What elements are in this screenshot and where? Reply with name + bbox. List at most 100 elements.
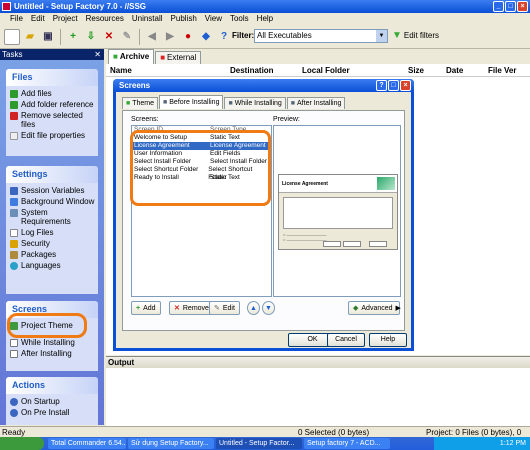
dialog-close-button[interactable]: × <box>400 80 411 91</box>
preview-screen-title: License Agreement <box>282 181 328 187</box>
menu-file[interactable]: File <box>6 13 27 25</box>
menu-edit[interactable]: Edit <box>27 13 49 25</box>
taskbar-item[interactable]: Untitled - Setup Factor... <box>216 438 302 449</box>
task-add-folder-reference[interactable]: Add folder reference <box>10 100 98 109</box>
column-file-ver[interactable]: File Ver <box>488 64 528 76</box>
column-size[interactable]: Size <box>408 64 446 76</box>
tab-theme[interactable]: ■ Theme <box>122 97 159 109</box>
taskbar-item[interactable]: Total Commander 6.54... <box>48 438 126 449</box>
move-up-button[interactable]: ▲ <box>247 301 260 315</box>
task-edit-file-properties[interactable]: Edit file properties <box>10 131 98 140</box>
window-icon <box>10 198 18 206</box>
column-destination[interactable]: Destination <box>230 64 302 76</box>
advanced-button[interactable]: ◆ Advanced ▶ <box>348 301 401 315</box>
task-add-files[interactable]: Add files <box>10 89 98 98</box>
task-system-requirements[interactable]: System Requirements <box>10 208 98 226</box>
stop-icon[interactable]: ● <box>180 29 196 45</box>
clock: 1:12 PM <box>499 440 526 447</box>
task-background-window[interactable]: Background Window <box>10 197 98 206</box>
screen-icon: ■ <box>228 100 233 107</box>
edit-filters-label: Edit filters <box>403 31 440 40</box>
filter-select[interactable]: All Executables ▼ <box>254 29 388 43</box>
menu-uninstall[interactable]: Uninstall <box>128 13 167 25</box>
preview-label: Preview: <box>273 116 300 123</box>
edit-filters-button[interactable]: ▼ Edit filters <box>392 30 439 41</box>
menu-tools[interactable]: Tools <box>226 13 253 25</box>
task-log-files[interactable]: Log Files <box>10 228 98 237</box>
remove-button[interactable]: ✕ Remove <box>169 301 214 315</box>
status-bar: Ready 0 Selected (0 bytes) Project: 0 Fi… <box>0 426 530 448</box>
task-security[interactable]: Security <box>10 239 98 248</box>
move-down-button[interactable]: ▼ <box>262 301 275 315</box>
help-button[interactable]: Help <box>369 333 407 347</box>
tab-after-installing[interactable]: ■ After Installing <box>286 97 346 109</box>
minimize-button[interactable]: _ <box>493 1 504 12</box>
settings-panel-title: Settings <box>6 166 98 183</box>
build-icon[interactable]: ◆ <box>198 29 214 45</box>
new-icon[interactable] <box>4 28 20 45</box>
dialog-title: Screens <box>119 81 151 90</box>
cancel-button[interactable]: Cancel <box>327 333 365 347</box>
screens-dialog: Screens ? □ × ■ Theme ■ Before Installing … <box>113 79 414 351</box>
actions-panel-title: Actions <box>6 377 98 394</box>
task-after-installing[interactable]: After Installing <box>10 349 98 358</box>
dialog-maximize-button[interactable]: □ <box>388 80 399 91</box>
variables-icon <box>10 187 18 195</box>
taskbar-item[interactable]: Sử dụng Setup Factory... <box>128 438 214 449</box>
taskbar-item[interactable]: Setup factory 7 - ACD... <box>304 438 390 449</box>
tab-before-installing[interactable]: ■ Before Installing <box>159 95 224 109</box>
preview-header: License Agreement <box>279 175 397 193</box>
dialog-help-button[interactable]: ? <box>376 80 387 91</box>
menu-view[interactable]: View <box>201 13 226 25</box>
archive-icon: ■ <box>113 52 118 61</box>
taskbar: Total Commander 6.54... Sử dụng Setup Fa… <box>0 437 530 450</box>
task-while-installing[interactable]: While Installing <box>10 338 98 347</box>
column-date[interactable]: Date <box>446 64 488 76</box>
highlight-screens-list <box>130 130 271 206</box>
back-icon[interactable]: ◀ <box>144 29 160 45</box>
chevron-down-icon[interactable]: ▼ <box>376 30 387 42</box>
preview-radio-decline: ○ —————————— <box>283 237 327 242</box>
tab-archive[interactable]: ■ Archive <box>108 49 155 64</box>
delete-icon[interactable]: ✕ <box>101 29 117 45</box>
tab-external[interactable]: ■ External <box>155 51 202 64</box>
tasks-pane: Tasks ✕ Files Add files Add folder refere… <box>0 49 104 425</box>
task-session-variables[interactable]: Session Variables <box>10 186 98 195</box>
task-on-startup[interactable]: On Startup <box>10 397 98 406</box>
remove-icon: ✕ <box>174 305 180 312</box>
output-pane: Output <box>106 356 530 426</box>
chevron-right-icon: ▶ <box>395 305 401 312</box>
add-button[interactable]: + Add <box>131 301 161 315</box>
pane-close-icon[interactable]: ✕ <box>94 49 101 60</box>
menu-resources[interactable]: Resources <box>82 13 128 25</box>
open-folder-icon[interactable]: ▰ <box>22 29 38 45</box>
save-icon[interactable]: ▣ <box>40 29 56 45</box>
task-on-pre-install[interactable]: On Pre Install <box>10 408 98 417</box>
maximize-button[interactable]: □ <box>505 1 516 12</box>
tab-while-installing[interactable]: ■ While Installing <box>224 97 286 109</box>
help-icon[interactable]: ? <box>216 29 232 45</box>
column-local-folder[interactable]: Local Folder <box>302 64 408 76</box>
add-icon[interactable]: + <box>65 29 81 45</box>
screen-icon: ■ <box>163 99 168 106</box>
start-button[interactable] <box>0 437 44 450</box>
log-icon <box>10 229 18 237</box>
task-remove-selected-files[interactable]: Remove selected files <box>10 111 98 129</box>
files-panel: Files Add files Add folder reference Rem… <box>6 69 98 156</box>
menu-bar: File Edit Project Resources Uninstall Pu… <box>0 13 530 25</box>
properties-icon[interactable]: ✎ <box>119 29 135 45</box>
edit-button[interactable]: ✎ Edit <box>209 301 240 315</box>
column-name[interactable]: Name <box>106 64 230 76</box>
menu-project[interactable]: Project <box>49 13 82 25</box>
dialog-title-bar: Screens ? □ × <box>113 79 414 92</box>
remove-icon <box>10 112 18 120</box>
forward-icon[interactable]: ▶ <box>162 29 178 45</box>
menu-publish[interactable]: Publish <box>167 13 201 25</box>
filter-icon: ▼ <box>392 30 402 41</box>
close-button[interactable]: × <box>517 1 528 12</box>
status-text: Ready <box>2 428 26 437</box>
add-folder-icon[interactable]: ⇩ <box>83 29 99 45</box>
task-languages[interactable]: Languages <box>10 261 98 270</box>
menu-help[interactable]: Help <box>253 13 277 25</box>
task-packages[interactable]: Packages <box>10 250 98 259</box>
